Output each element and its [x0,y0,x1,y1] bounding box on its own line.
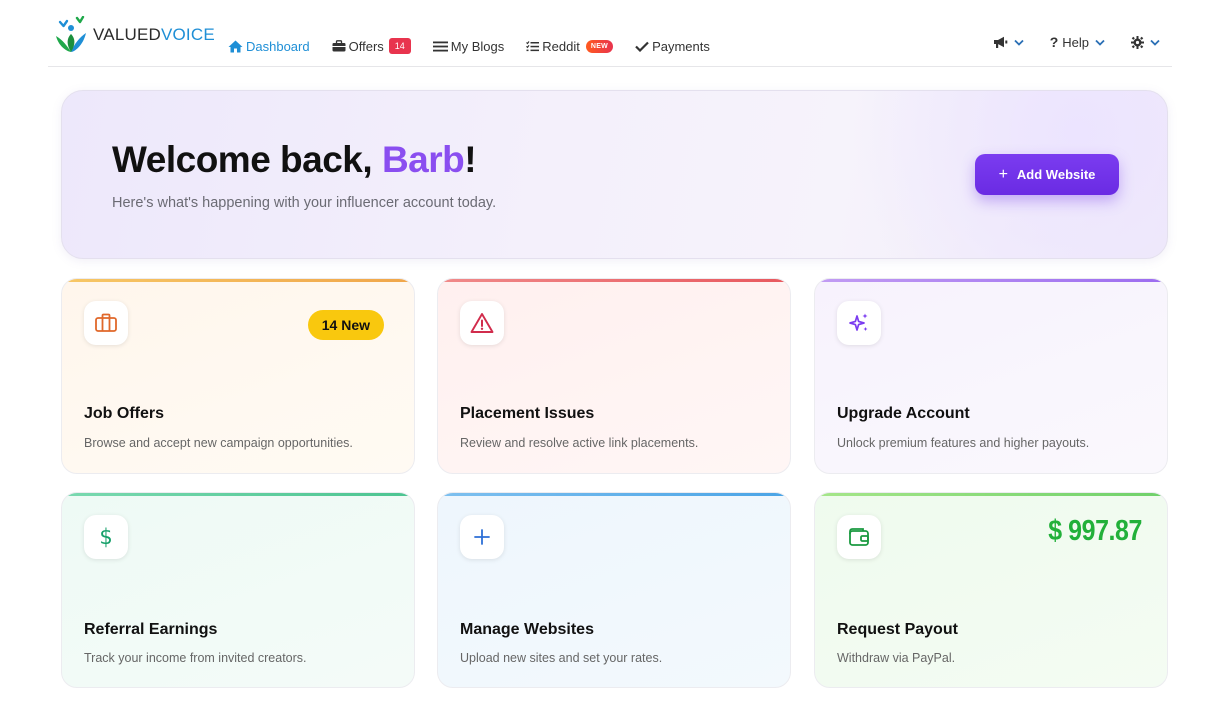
card-manage-websites[interactable]: Manage Websites Upload new sites and set… [437,492,791,688]
nav-offers-label: Offers [348,38,384,54]
main-nav: Dashboard Offers 14 My Blogs Reddit NEW … [228,36,732,56]
welcome-heading: Welcome back, Barb! [112,139,477,180]
nav-payments[interactable]: Payments [635,36,710,56]
warning-icon [470,313,494,333]
brand-logo[interactable]: VALUEDVOICE [53,15,215,55]
chevron-down-icon [1095,39,1105,46]
dollar-icon-box: $ [84,515,128,559]
checklist-icon [526,40,540,51]
nav-right-menu: ? Help [967,34,1160,50]
megaphone-icon [993,36,1007,48]
card-title: Job Offers [84,405,165,422]
nav-payments-label: Payments [652,38,710,54]
card-description: Unlock premium features and higher payou… [837,436,1090,450]
card-upgrade-account[interactable]: Upgrade Account Unlock premium features … [814,278,1168,474]
user-name: Barb [381,139,465,180]
welcome-banner: Welcome back, Barb! Here's what's happen… [61,90,1168,259]
question-icon: ? [1049,34,1059,50]
list-icon [432,41,448,51]
card-placement-issues[interactable]: Placement Issues Review and resolve acti… [437,278,791,474]
top-navbar: VALUEDVOICE Dashboard Offers 14 My Blogs… [48,0,1172,67]
wallet-icon [849,528,869,546]
card-title: Upgrade Account [837,405,970,422]
card-referral-earnings[interactable]: $ Referral Earnings Track your income fr… [61,492,415,688]
card-description: Upload new sites and set your rates. [460,651,663,665]
add-website-button[interactable]: + Add Website [975,154,1119,195]
plus-icon-box [460,515,504,559]
briefcase-nav-icon [332,40,346,52]
dollar-icon: $ [99,525,113,549]
card-title: Manage Websites [460,621,594,638]
nav-my-blogs[interactable]: My Blogs [432,36,505,56]
nav-reddit-label: Reddit [542,38,580,54]
chevron-down-icon [1150,39,1160,46]
brand-name: VALUEDVOICE [93,25,215,44]
plus-icon: + [998,165,1008,183]
card-title: Request Payout [837,621,958,638]
card-request-payout[interactable]: $ 997.87 Request Payout Withdraw via Pay… [814,492,1168,688]
card-job-offers[interactable]: 14 New Job Offers Browse and accept new … [61,278,415,474]
nav-dashboard-label: Dashboard [246,38,310,54]
card-description: Review and resolve active link placement… [460,436,699,450]
offers-count-badge: 14 [388,38,411,54]
wallet-icon-box [837,515,881,559]
nav-reddit[interactable]: Reddit NEW [526,36,614,56]
reddit-new-badge: NEW [585,39,614,53]
card-description: Withdraw via PayPal. [837,651,956,665]
card-title: Referral Earnings [84,621,218,638]
check-icon [635,41,649,52]
chevron-down-icon [1014,39,1024,46]
sparkles-icon [849,313,868,331]
nav-offers[interactable]: Offers 14 [332,36,411,56]
help-dropdown[interactable]: ? Help [1050,34,1105,50]
help-label: Help [1062,34,1089,50]
plus-icon [474,529,490,545]
nav-dashboard[interactable]: Dashboard [228,36,310,56]
card-description: Track your income from invited creators. [84,651,307,665]
nav-my-blogs-label: My Blogs [450,38,505,54]
settings-dropdown[interactable] [1131,35,1160,49]
home-icon [228,40,243,52]
balance-amount: $ 997.87 [1048,515,1142,547]
announcements-dropdown[interactable] [993,36,1024,49]
briefcase-icon-box [84,301,128,345]
welcome-subtitle: Here's what's happening with your influe… [112,195,497,211]
gear-icon [1131,35,1144,49]
card-title: Placement Issues [460,405,595,422]
add-website-label: Add Website [1016,167,1096,182]
sparkles-icon-box [837,301,881,345]
logo-icon [56,16,86,52]
new-offers-badge: 14 New [307,310,384,340]
card-description: Browse and accept new campaign opportuni… [84,436,353,450]
briefcase-icon [95,313,117,332]
warning-icon-box [460,301,504,345]
